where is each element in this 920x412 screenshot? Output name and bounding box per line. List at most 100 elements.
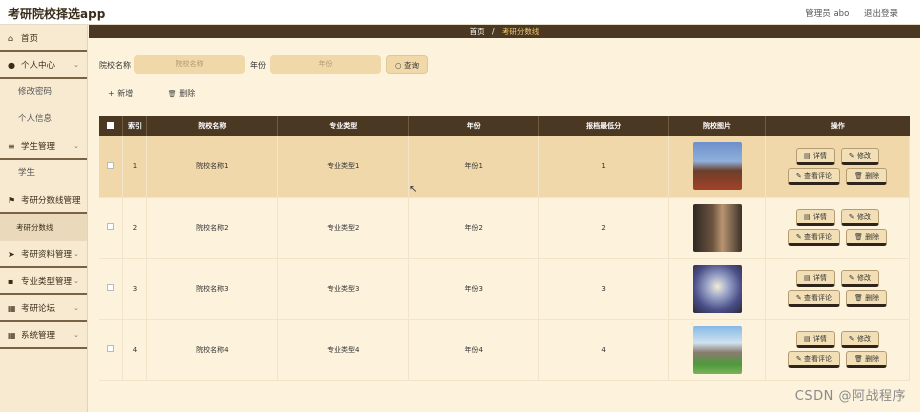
delete-button[interactable]: 🗑 删除 (845, 167, 888, 185)
table-row[interactable]: 1 院校名称1 专业类型1 年份1 1 ▤ 详情 ✎ 修改 ✎ 查看评论 🗑 删除 (99, 136, 911, 198)
comment-icon: ✎ (795, 294, 802, 302)
sidebar-item-4[interactable]: ≡ 学生管理 ⌄ (0, 133, 87, 160)
sidebar-item-1[interactable]: ● 个人中心 ⌄ (0, 52, 87, 79)
view-comments-button[interactable]: ✎ 查看评论 (787, 229, 840, 246)
sidebar-item-label: 考研资料管理 (21, 250, 73, 260)
edit-button[interactable]: ✎ 修改 (840, 270, 879, 287)
sidebar-item-3[interactable]: 个人信息 (0, 106, 87, 133)
edit-label: 修改 (856, 274, 871, 282)
row-checkbox[interactable] (99, 319, 124, 381)
delete-label: 删除 (865, 294, 880, 302)
logout-link[interactable]: 退出登录 (864, 9, 898, 19)
cell-school: 院校名称3 (146, 258, 279, 320)
school-name-label: 院校名称 (99, 61, 131, 70)
detail-button[interactable]: ▤ 详情 (796, 270, 835, 287)
table-row[interactable]: 2 院校名称2 专业类型2 年份2 2 ▤ 详情 ✎ 修改 ✎ 查看评论 🗑 删除 (99, 197, 911, 259)
cell-ops: ▤ 详情 ✎ 修改 ✎ 查看评论 🗑 删除 (765, 319, 911, 381)
grid-icon: ▦ (8, 304, 16, 313)
bulk-delete-button[interactable]: 🗑 删除 (168, 89, 211, 98)
chevron-down-icon: ⌄ (73, 277, 79, 285)
sidebar-item-label: 考研分数线管理 (21, 196, 81, 206)
search-icon: ○ (395, 61, 402, 70)
chevron-down-icon: ⌄ (73, 304, 79, 312)
row-checkbox[interactable] (99, 197, 124, 259)
view-comments-button[interactable]: ✎ 查看评论 (787, 290, 840, 307)
flag-icon: ⚑ (8, 196, 16, 205)
chevron-down-icon: ⌄ (73, 61, 79, 69)
delete-button[interactable]: 🗑 删除 (845, 229, 888, 246)
delete-label: 删除 (865, 171, 880, 180)
sidebar-item-11[interactable]: ▦ 系统管理 ⌄ (0, 322, 87, 349)
detail-button[interactable]: ▤ 详情 (796, 209, 835, 226)
row-checkbox[interactable] (99, 136, 124, 198)
action-row: + 新增 🗑 删除 (108, 88, 227, 99)
sidebar-item-10[interactable]: ▦ 考研论坛 ⌄ (0, 295, 87, 322)
sidebar-item-5[interactable]: 学生 (0, 160, 87, 187)
edit-button[interactable]: ✎ 修改 (840, 147, 879, 165)
search-button[interactable]: ○ 查询 (386, 55, 428, 74)
row-checkbox[interactable] (99, 258, 124, 320)
comment-icon: ✎ (795, 233, 802, 241)
school-image[interactable] (692, 203, 742, 252)
add-button[interactable]: + 新增 (108, 89, 152, 98)
trash-icon: 🗑 (853, 233, 863, 241)
chevron-down-icon: ⌄ (73, 196, 79, 204)
detail-label: 详情 (812, 151, 827, 160)
sidebar-item-label: 系统管理 (21, 331, 56, 341)
col-ops: 操作 (765, 116, 910, 136)
sidebar-item-label: 考研分数线 (16, 223, 54, 232)
cell-index: 2 (122, 197, 148, 259)
school-image[interactable] (692, 264, 742, 313)
cell-score: 2 (538, 197, 670, 259)
cell-image (668, 136, 766, 198)
sidebar-item-2[interactable]: 修改密码 (0, 79, 87, 106)
cell-year: 年份4 (408, 319, 540, 381)
edit-button[interactable]: ✎ 修改 (840, 209, 879, 226)
sidebar-item-9[interactable]: ▪ 专业类型管理 ⌄ (0, 268, 87, 295)
sidebar-item-8[interactable]: ➤ 考研资料管理 ⌄ (0, 241, 87, 268)
top-bar: 考研院校择选app 管理员 abo 退出登录 (0, 0, 920, 25)
plus-icon: + (108, 89, 115, 98)
table-row[interactable]: 3 院校名称3 专业类型3 年份3 3 ▤ 详情 ✎ 修改 ✎ 查看评论 🗑 删除 (99, 258, 911, 320)
sidebar-item-7[interactable]: 考研分数线 (0, 214, 87, 241)
sidebar-item-0[interactable]: ⌂ 首页 (0, 25, 87, 52)
edit-label: 修改 (856, 335, 871, 343)
school-image[interactable] (692, 325, 742, 374)
sidebar-item-6[interactable]: ⚑ 考研分数线管理 ⌄ (0, 187, 87, 214)
cell-major: 专业类型3 (277, 258, 410, 320)
view-comments-label: 查看评论 (803, 294, 832, 302)
trash-icon: 🗑 (167, 90, 177, 98)
year-input[interactable]: 年份 (270, 55, 381, 74)
delete-button[interactable]: 🗑 删除 (845, 290, 888, 307)
view-comments-button[interactable]: ✎ 查看评论 (787, 351, 840, 368)
chevron-down-icon: ⌄ (73, 250, 79, 258)
edit-button[interactable]: ✎ 修改 (840, 331, 879, 348)
app-title: 考研院校择选app (8, 7, 106, 21)
sidebar-item-label: 首页 (21, 34, 39, 44)
detail-button[interactable]: ▤ 详情 (796, 147, 835, 165)
view-comments-button[interactable]: ✎ 查看评论 (787, 167, 840, 185)
cell-image (668, 258, 766, 320)
detail-button[interactable]: ▤ 详情 (796, 331, 835, 348)
send-icon: ➤ (8, 250, 15, 259)
detail-label: 详情 (812, 335, 827, 343)
delete-label: 删除 (865, 355, 880, 363)
sidebar-item-label: 学生 (18, 168, 36, 178)
watermark: CSDN @阿战程序 (794, 389, 906, 404)
school-image[interactable] (692, 142, 742, 191)
delete-button[interactable]: 🗑 删除 (845, 351, 888, 368)
detail-icon: ▤ (804, 274, 811, 282)
col-score: 报档最低分 (538, 116, 670, 136)
sidebar-item-label: 个人信息 (18, 114, 53, 124)
sidebar-item-label: 个人中心 (21, 61, 56, 71)
breadcrumb-home[interactable]: 首页 (470, 27, 485, 36)
detail-label: 详情 (812, 213, 827, 221)
detail-icon: ▤ (804, 151, 811, 160)
chevron-down-icon: ⌄ (73, 331, 79, 339)
table-row[interactable]: 4 院校名称4 专业类型4 年份4 4 ▤ 详情 ✎ 修改 ✎ 查看评论 🗑 删除 (99, 319, 911, 381)
select-all-checkbox[interactable] (99, 116, 124, 136)
cell-year: 年份1 (408, 136, 540, 198)
school-name-input[interactable]: 院校名称 (134, 55, 245, 74)
data-table: 索引 院校名称 专业类型 年份 报档最低分 院校图片 操作 1 院校名称1 专业类型… (99, 116, 911, 381)
cell-major: 专业类型4 (277, 319, 410, 381)
